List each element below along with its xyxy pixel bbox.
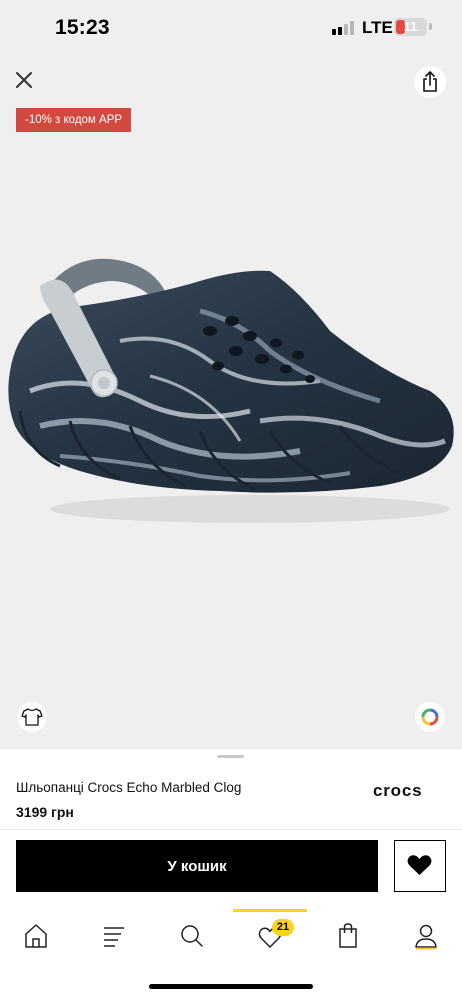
drag-handle[interactable]	[217, 755, 244, 758]
tshirt-icon	[21, 708, 43, 726]
promo-badge: -10% з кодом APP	[16, 108, 132, 132]
status-time: 15:23	[55, 16, 110, 39]
product-image	[8, 258, 454, 523]
product-name: Шльопанці Crocs Echo Marbled Clog	[16, 780, 242, 795]
signal-icon	[332, 21, 356, 35]
nav-search[interactable]	[172, 919, 212, 953]
home-indicator	[149, 984, 313, 989]
battery-icon: 11	[394, 18, 427, 36]
home-icon	[25, 924, 47, 948]
product-gallery[interactable]: -10% з кодом APP	[0, 56, 462, 749]
bag-icon	[339, 923, 357, 948]
fit-button[interactable]	[17, 702, 47, 732]
heart-icon	[407, 855, 432, 875]
nav-home[interactable]	[16, 919, 56, 953]
favorites-count-badge: 21	[272, 919, 294, 936]
nav-catalog[interactable]	[94, 919, 134, 953]
brand-logo[interactable]: crocs	[373, 781, 422, 801]
close-button[interactable]	[10, 66, 38, 94]
status-bar: 15:23 LTE 11	[0, 0, 462, 56]
product-screen: 15:23 LTE 11 -10% з кодом APP Шльопанці …	[0, 0, 462, 999]
active-tab-indicator	[233, 909, 307, 912]
share-icon	[423, 71, 437, 92]
network-type: LTE	[362, 18, 393, 37]
battery-level: 11	[403, 19, 418, 34]
color-picker-button[interactable]	[415, 702, 445, 732]
product-price: 3199 грн	[16, 804, 74, 820]
search-icon	[181, 925, 203, 947]
user-icon	[415, 924, 437, 950]
color-wheel-icon	[421, 708, 439, 726]
divider	[0, 829, 462, 830]
nav-profile[interactable]	[406, 919, 446, 953]
close-icon	[16, 72, 32, 88]
menu-icon	[104, 927, 124, 947]
nav-cart[interactable]	[328, 919, 368, 953]
add-to-cart-button[interactable]: У кошик	[16, 840, 378, 892]
share-button[interactable]	[414, 66, 446, 98]
wishlist-button[interactable]	[394, 840, 446, 892]
